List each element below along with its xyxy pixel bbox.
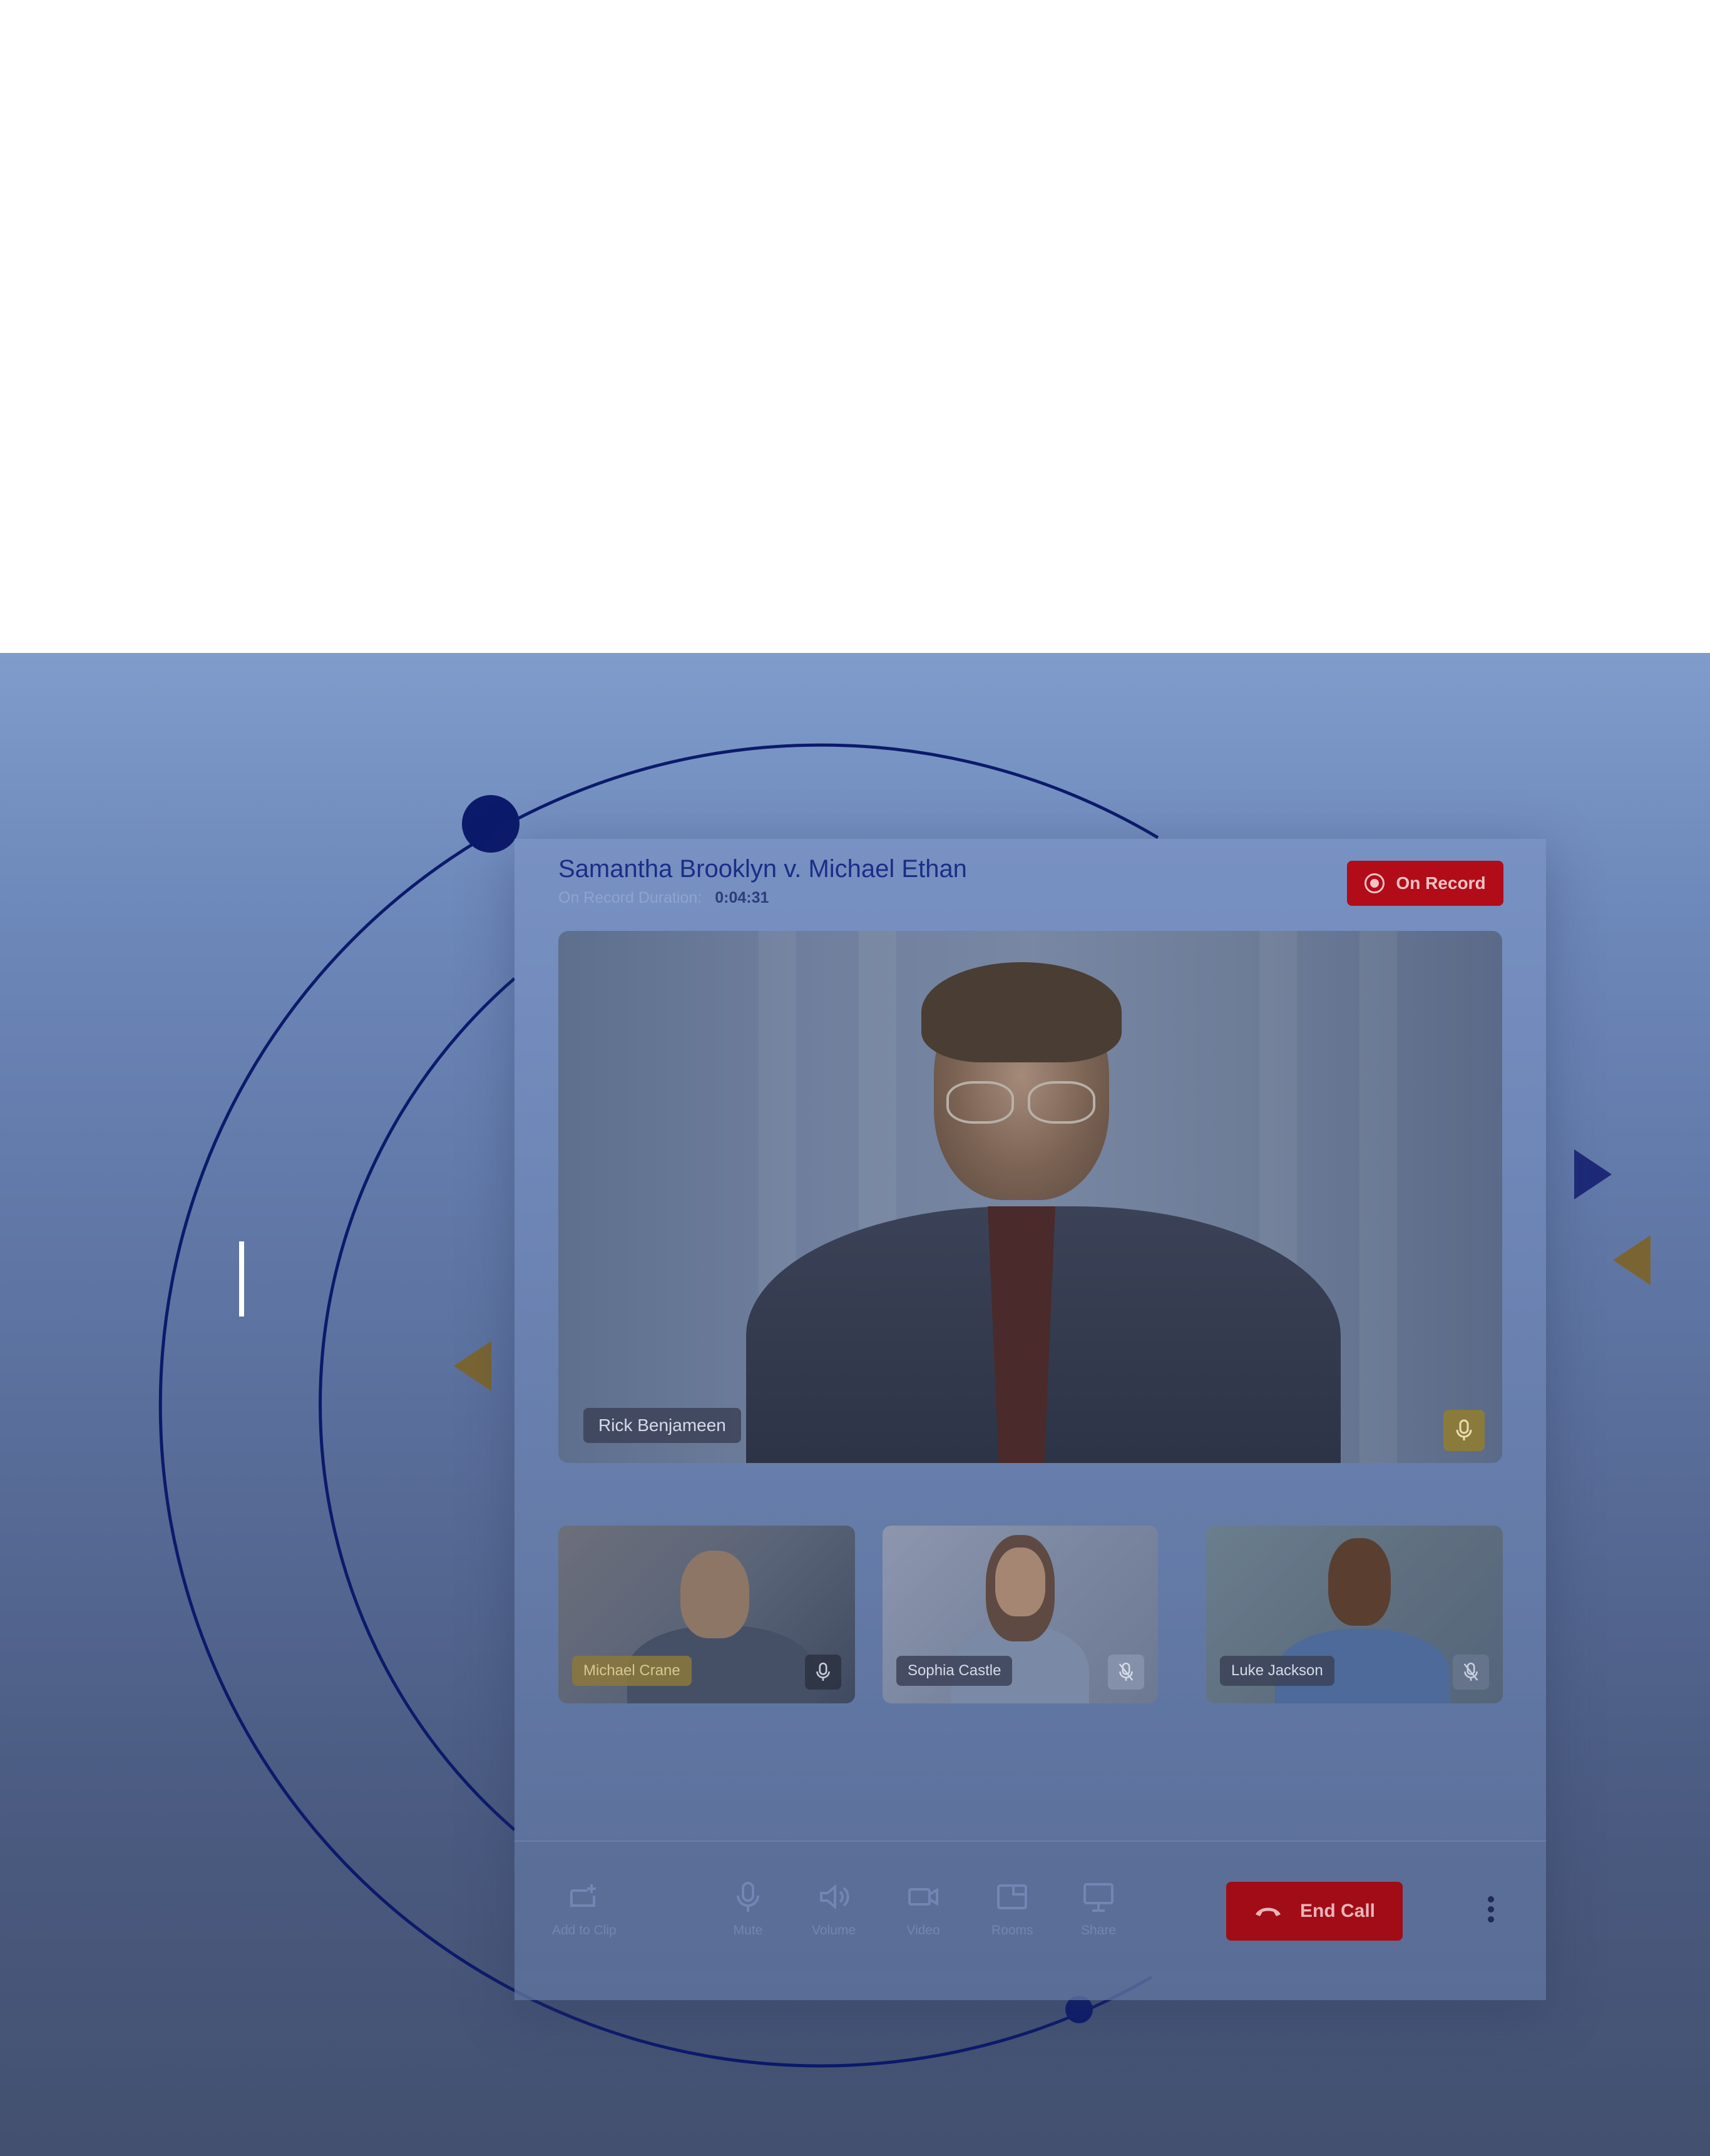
video-button[interactable]: Video (906, 1879, 941, 1938)
video-label: Video (906, 1923, 940, 1938)
share-button[interactable]: Share (1081, 1879, 1116, 1938)
mic-icon (737, 1882, 759, 1912)
add-to-clip-button[interactable]: Add to Clip (552, 1879, 617, 1938)
mute-label: Mute (733, 1923, 763, 1938)
volume-label: Volume (812, 1923, 856, 1938)
on-record-button[interactable]: On Record (1347, 861, 1503, 906)
mute-button[interactable]: Mute (730, 1879, 765, 1938)
participant-tile[interactable]: Michael Crane (558, 1526, 855, 1703)
mic-icon (1456, 1419, 1472, 1440)
call-toolbar: Add to Clip Mute Volume Video Rooms Shar… (515, 1840, 1546, 1974)
participant-name-tag: Sophia Castle (896, 1656, 1013, 1686)
on-record-label: On Record (1396, 873, 1486, 893)
participant-mic-button[interactable] (1108, 1655, 1144, 1690)
volume-button[interactable]: Volume (812, 1879, 856, 1938)
participant-tile[interactable]: Luke Jackson (1206, 1526, 1503, 1703)
speaker-name-tag: Rick Benjameen (583, 1408, 741, 1443)
participant-face (1328, 1538, 1391, 1626)
video-call-panel: Samantha Brooklyn v. Michael Ethan On Re… (515, 839, 1546, 2000)
mic-off-icon (1463, 1662, 1478, 1681)
speaker-mic-button[interactable] (1443, 1410, 1485, 1451)
call-title: Samantha Brooklyn v. Michael Ethan (558, 855, 967, 883)
share-label: Share (1081, 1923, 1117, 1938)
more-dot (1488, 1906, 1494, 1912)
participant-name-tag: Michael Crane (572, 1656, 692, 1686)
text-cursor-decoration (239, 1241, 244, 1317)
more-dot (1488, 1896, 1494, 1902)
end-call-label: End Call (1299, 1901, 1375, 1921)
participant-name-tag: Luke Jackson (1220, 1656, 1334, 1686)
participant-mic-button[interactable] (1453, 1655, 1489, 1690)
more-dot (1488, 1916, 1494, 1922)
rooms-button[interactable]: Rooms (991, 1879, 1033, 1938)
phone-hangup-icon (1255, 1907, 1281, 1916)
share-screen-icon (1083, 1883, 1114, 1912)
rooms-label: Rooms (991, 1923, 1033, 1938)
participant-face (680, 1551, 749, 1638)
duration-label: On Record Duration: (558, 889, 702, 906)
rooms-icon (997, 1884, 1028, 1909)
participant-mic-button[interactable] (805, 1655, 841, 1690)
participant-face (995, 1548, 1045, 1616)
main-video-feed[interactable]: Rick Benjameen (558, 931, 1502, 1463)
volume-icon (820, 1884, 849, 1910)
more-options-button[interactable] (1478, 1891, 1503, 1928)
end-call-button[interactable]: End Call (1226, 1882, 1403, 1941)
hero-section: Samantha Brooklyn v. Michael Ethan On Re… (0, 653, 1710, 2156)
duration-value: 0:04:31 (715, 889, 769, 906)
play-triangle-icon (1574, 1149, 1612, 1199)
triangle-decoration-icon (1613, 1235, 1651, 1285)
glasses-lens (946, 1081, 1014, 1124)
triangle-decoration-icon (454, 1341, 491, 1391)
mic-icon (816, 1662, 830, 1681)
top-blank-area (0, 0, 1710, 653)
record-duration: On Record Duration: 0:04:31 (558, 889, 769, 907)
participant-tile[interactable]: Sophia Castle (883, 1526, 1158, 1703)
record-icon (1364, 873, 1385, 893)
add-to-clip-icon (570, 1884, 596, 1907)
mic-off-icon (1119, 1662, 1134, 1681)
add-to-clip-label: Add to Clip (552, 1923, 617, 1938)
video-camera-icon (908, 1887, 938, 1906)
glasses-lens (1028, 1081, 1095, 1124)
